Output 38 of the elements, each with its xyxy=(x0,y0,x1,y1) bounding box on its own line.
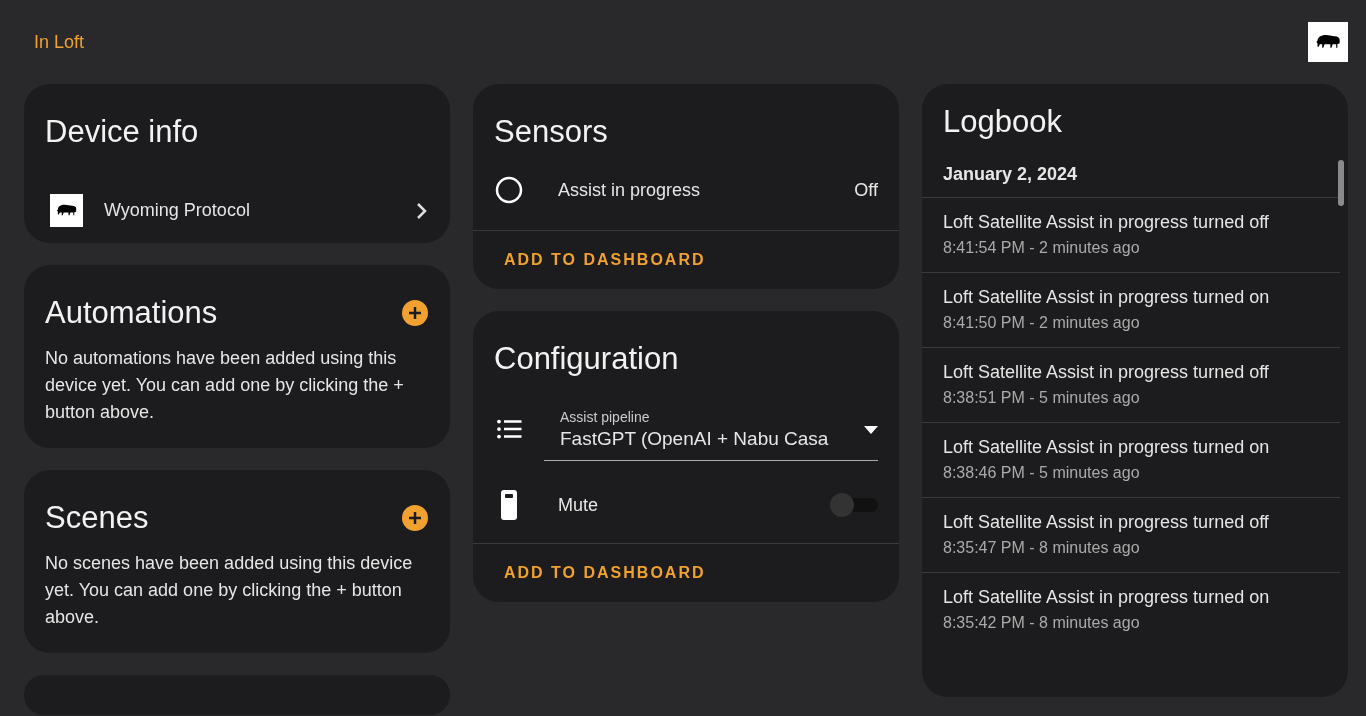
entity-name[interactable]: Assist in progress xyxy=(558,179,855,201)
card-title: Logbook xyxy=(943,104,1063,140)
log-message: Loft Satellite Assist in progress turned on xyxy=(943,437,1271,458)
add-to-dashboard-button[interactable]: ADD TO DASHBOARD xyxy=(504,564,706,582)
log-message: Loft Satellite Assist in progress turned off xyxy=(943,512,1270,533)
entity-name: Mute xyxy=(558,494,600,516)
dropdown-icon xyxy=(864,425,878,434)
empty-message: No automations have been added using this device yet. You can add one by clicking the + button above. xyxy=(44,347,405,424)
card-title: Automations xyxy=(45,295,218,331)
log-message: Loft Satellite Assist in progress turned off xyxy=(943,212,1270,233)
card-title: Configuration xyxy=(494,341,679,377)
card-title: Scenes xyxy=(45,500,149,536)
log-time: 8:41:54 PM - 2 minutes ago xyxy=(943,239,1141,257)
integration-logo-icon xyxy=(50,194,83,227)
log-message: Loft Satellite Assist in progress turned on xyxy=(943,287,1271,308)
card-title: Device info xyxy=(45,114,199,150)
integration-link[interactable]: Wyoming Protocol xyxy=(104,200,416,221)
log-message: Loft Satellite Assist in progress turned on xyxy=(943,587,1271,608)
scrollbar[interactable] xyxy=(1338,160,1344,206)
add-icon[interactable] xyxy=(401,299,429,327)
log-time: 8:35:47 PM - 8 minutes ago xyxy=(943,539,1141,557)
add-to-dashboard-button[interactable]: ADD TO DASHBOARD xyxy=(504,251,706,269)
card-title: Sensors xyxy=(494,114,608,150)
log-time: 8:38:51 PM - 5 minutes ago xyxy=(943,389,1141,407)
area-link[interactable]: In Loft xyxy=(34,31,85,53)
log-message: Loft Satellite Assist in progress turned off xyxy=(943,362,1270,383)
log-time: 8:38:46 PM - 5 minutes ago xyxy=(943,464,1141,482)
log-time: 8:35:42 PM - 8 minutes ago xyxy=(943,614,1141,632)
empty-message: No scenes have been added using this device yet. You can add one by clicking the + button above. xyxy=(44,552,414,629)
pipeline-select[interactable]: Assist pipeline FastGPT (OpenAI + Nabu Casa xyxy=(544,397,878,461)
chevron-icon[interactable] xyxy=(416,201,428,220)
log-date: January 2, 2024 xyxy=(943,164,1078,185)
entity-state: Off xyxy=(854,179,878,201)
add-icon[interactable] xyxy=(401,504,429,532)
circle-icon xyxy=(494,175,524,205)
log-time: 8:41:50 PM - 2 minutes ago xyxy=(943,314,1141,332)
mute-toggle[interactable] xyxy=(830,493,878,517)
device-logo-icon xyxy=(1308,22,1348,62)
